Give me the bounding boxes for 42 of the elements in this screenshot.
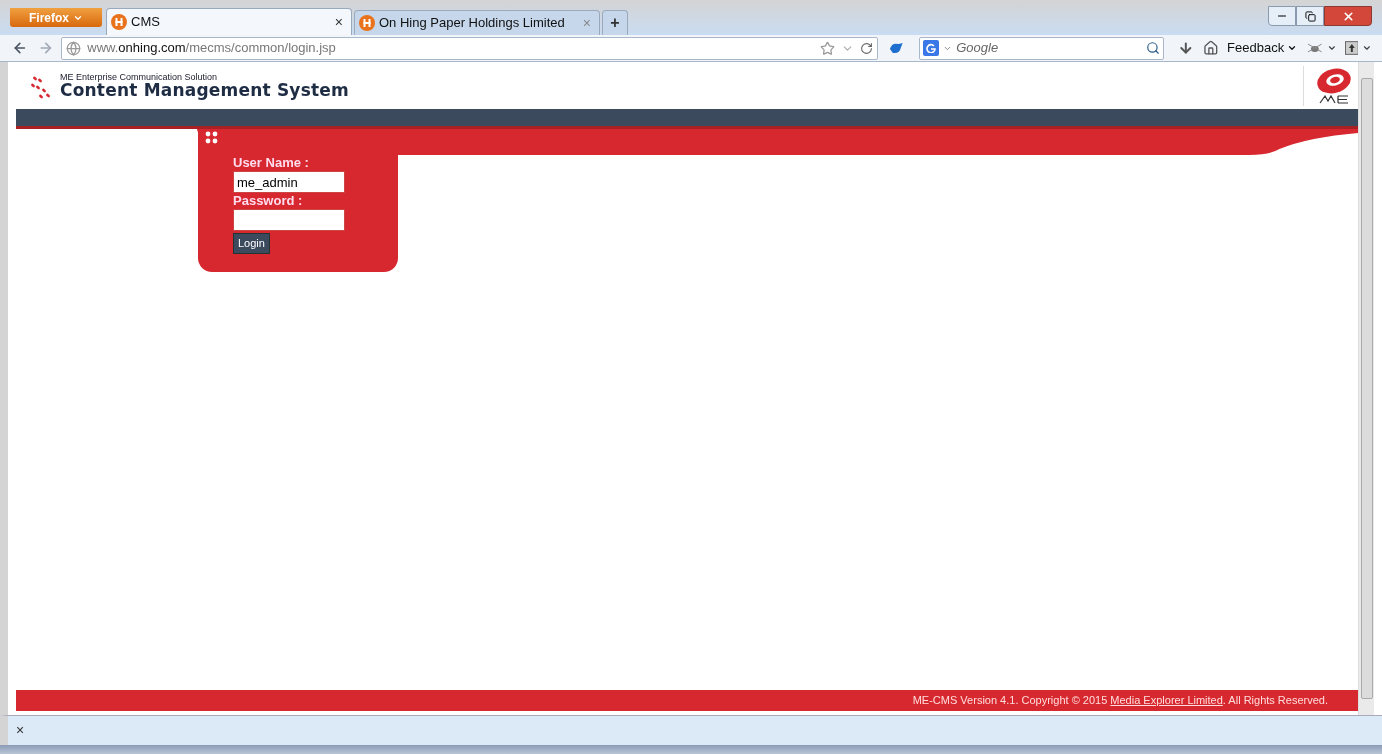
- copyright-text: ME-CMS Version 4.1. Copyright © 2015 Media Explorer Limited. All Rights Reserved.: [912, 693, 1328, 709]
- field-label: Password :: [233, 193, 304, 209]
- back-button[interactable]: [12, 40, 28, 56]
- home-icon[interactable]: [1203, 40, 1220, 56]
- header-subtitle: ME Enterprise Communication Solution: [60, 72, 219, 82]
- caret-icon[interactable]: [1362, 43, 1373, 53]
- browser-tab[interactable]: On Hing Paper Holdings Limited ×: [354, 10, 600, 35]
- google-logo-icon: [923, 40, 940, 56]
- addon-icon[interactable]: [887, 41, 904, 55]
- close-icon: [1341, 9, 1355, 23]
- new-tab-button[interactable]: +: [602, 10, 628, 35]
- search-field[interactable]: Google: [919, 36, 1164, 60]
- close-window-button[interactable]: [1324, 6, 1372, 26]
- username-field[interactable]: me_admin: [233, 171, 345, 193]
- search-input[interactable]: Google: [956, 38, 1142, 58]
- share-icon[interactable]: [1344, 41, 1359, 55]
- minimize-button[interactable]: [1268, 6, 1296, 26]
- feedback-button[interactable]: Feedback: [1227, 38, 1298, 58]
- close-tab-button[interactable]: ×: [330, 11, 347, 33]
- site-logo-icon: [111, 14, 127, 30]
- caret-icon: [1287, 43, 1298, 53]
- search-icon[interactable]: [1145, 41, 1160, 55]
- brand-logo-icon: [1316, 67, 1352, 104]
- bookmark-star-icon[interactable]: [819, 40, 835, 56]
- restore-icon: [1304, 10, 1316, 22]
- globe-icon: [66, 40, 82, 56]
- downloads-icon[interactable]: [1177, 40, 1194, 56]
- caret-icon[interactable]: [1326, 43, 1337, 53]
- close-addon-bar-button[interactable]: ×: [16, 720, 25, 741]
- dots-icon: [205, 131, 218, 144]
- browser-tab[interactable]: CMS ×: [106, 8, 352, 35]
- address-bar[interactable]: www.onhing.com/mecms/common/login.jsp: [61, 36, 878, 60]
- restore-button[interactable]: [1296, 6, 1324, 26]
- reload-button[interactable]: [859, 41, 873, 55]
- url-text: www.onhing.com/mecms/common/login.jsp: [87, 39, 337, 58]
- company-link[interactable]: Media Explorer Limited: [1110, 694, 1223, 707]
- site-logo-icon: [359, 15, 375, 31]
- insect-icon[interactable]: [1307, 41, 1323, 55]
- login-button[interactable]: Login: [233, 233, 270, 254]
- password-field[interactable]: [233, 209, 345, 231]
- header-title: Content Management System: [60, 81, 349, 99]
- field-label: User Name :: [233, 155, 310, 171]
